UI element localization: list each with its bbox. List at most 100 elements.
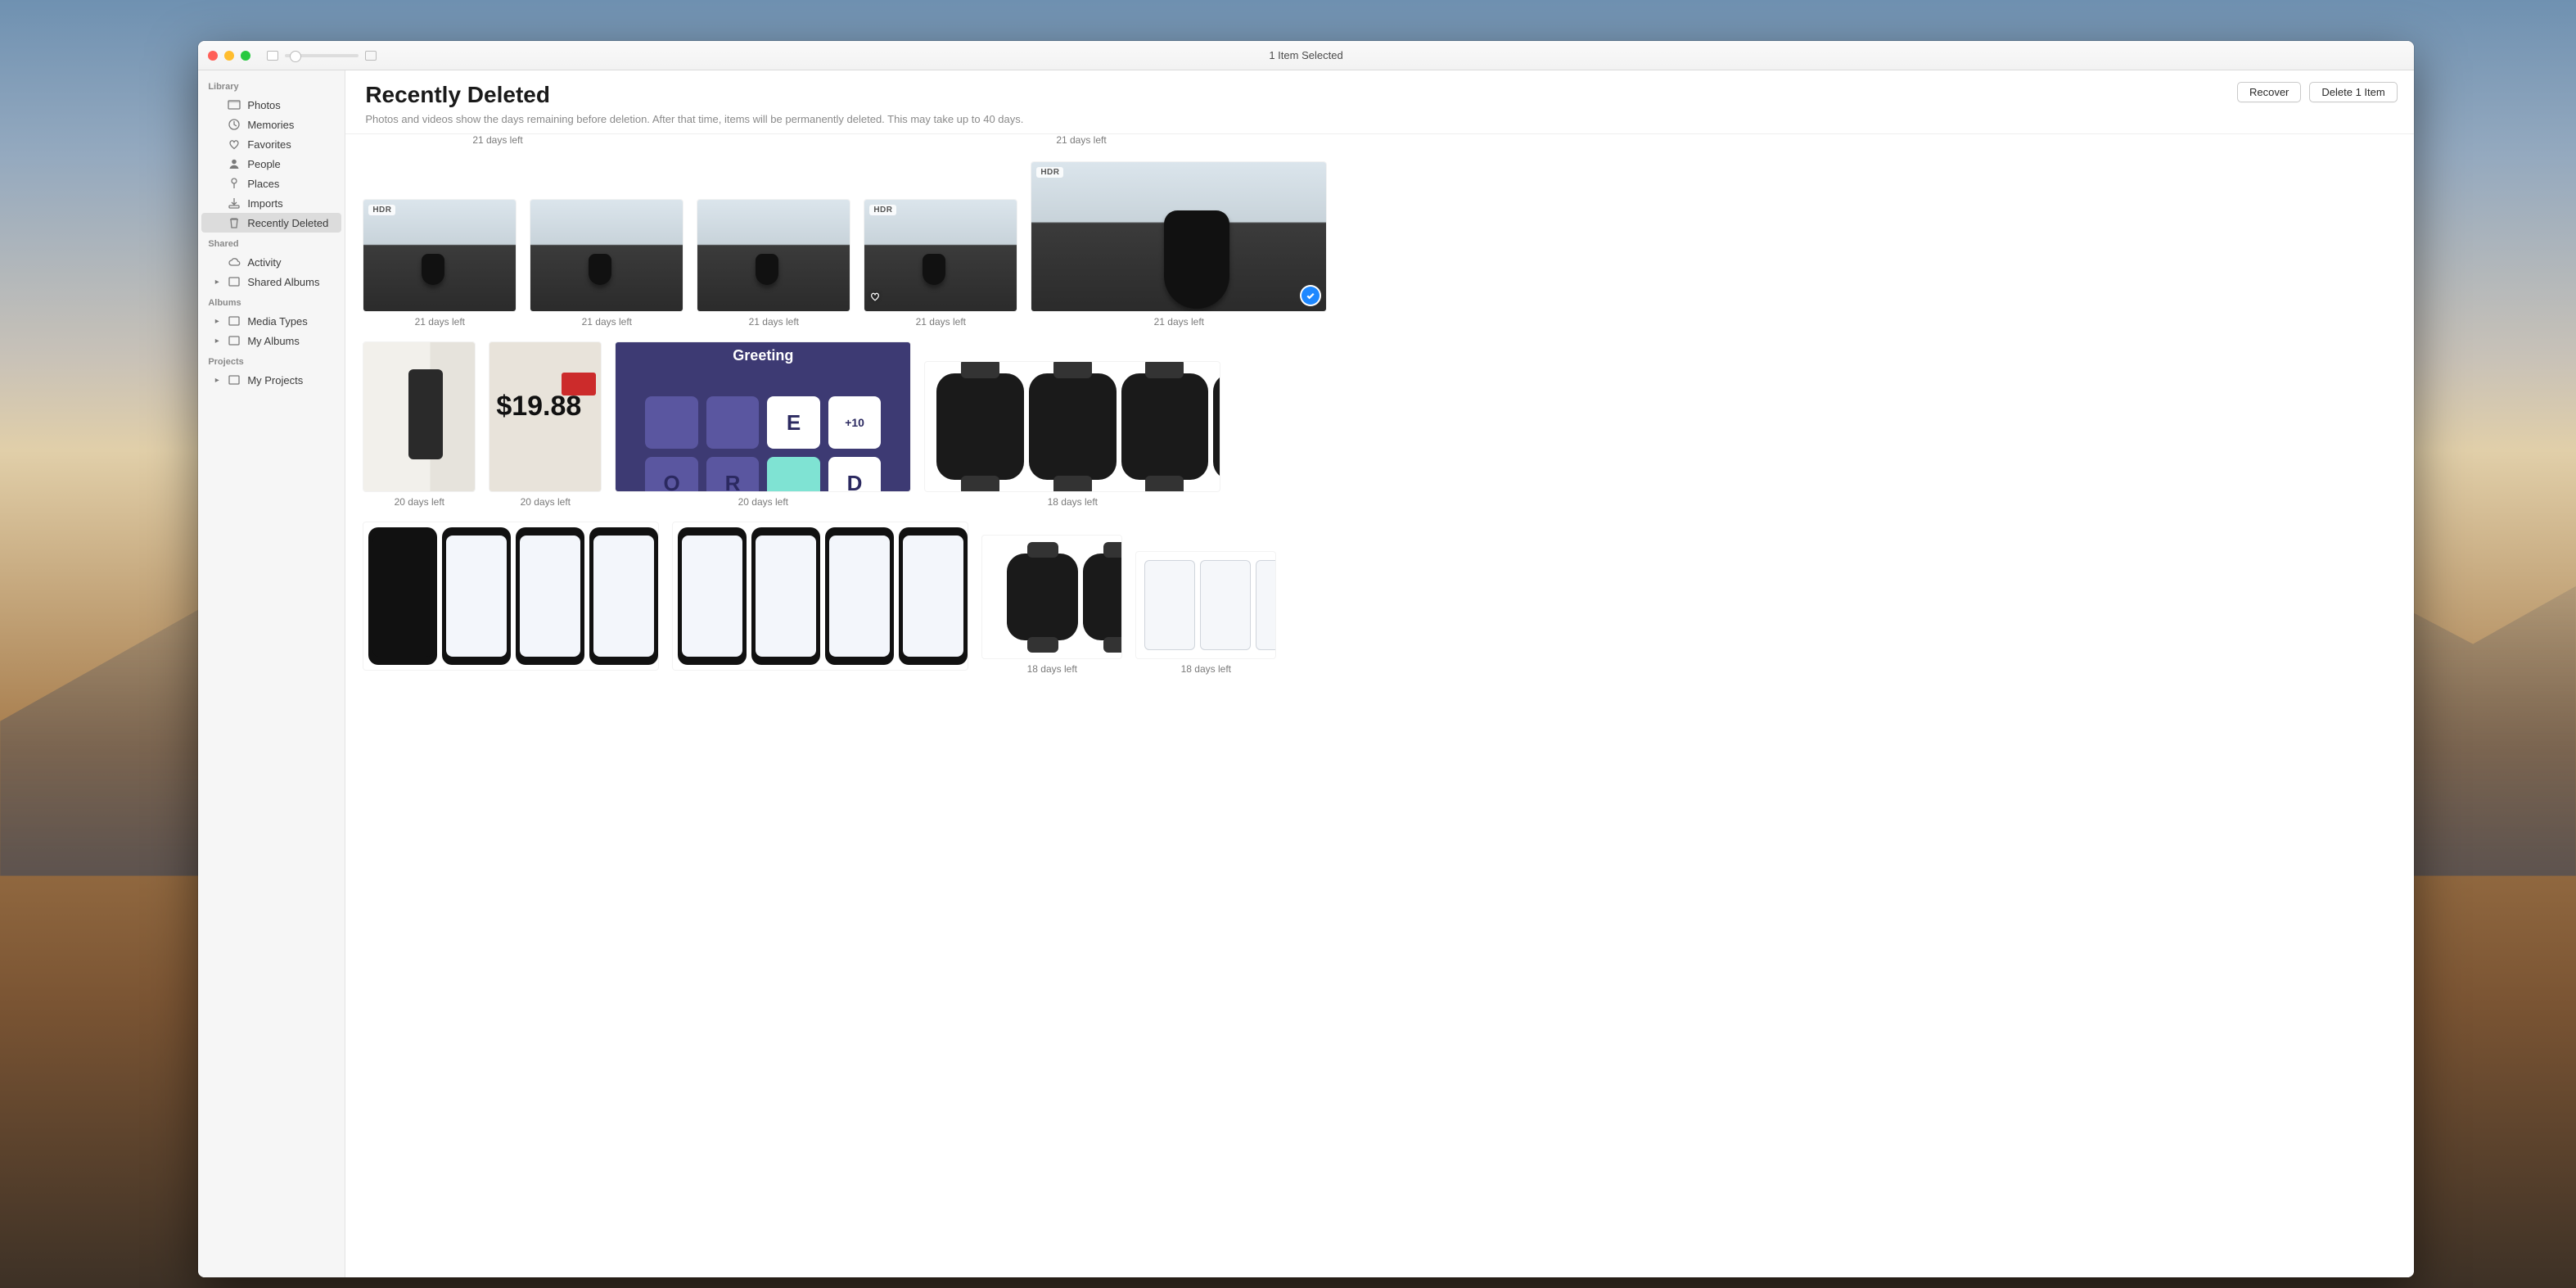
sidebar-item-imports[interactable]: Imports — [201, 193, 341, 213]
photo-thumbnail[interactable] — [363, 522, 658, 670]
pin-icon — [228, 177, 241, 190]
photo-thumbnail[interactable]: HDR — [864, 200, 1017, 311]
window-title: 1 Item Selected — [198, 49, 2413, 61]
sidebar-item-places[interactable]: Places — [201, 174, 341, 193]
letter-tile: +10 — [828, 396, 882, 450]
minimize-window-button[interactable] — [224, 51, 234, 61]
delete-button[interactable]: Delete 1 Item — [2309, 82, 2397, 102]
phone-mockup — [678, 527, 747, 665]
sidebar-section-header: Shared — [198, 233, 345, 252]
disclosure-triangle-icon[interactable]: ▸ — [213, 278, 221, 287]
sidebar-item-media-types[interactable]: ▸ Media Types — [201, 311, 341, 331]
heart-icon — [228, 138, 241, 151]
sale-tag — [562, 373, 596, 395]
photo-thumbnail[interactable] — [925, 362, 1220, 491]
sidebar-item-memories[interactable]: Memories — [201, 115, 341, 134]
photo-caption: 20 days left — [395, 496, 444, 508]
photo-cell[interactable]: 18 days left — [982, 536, 1121, 675]
photo-cell[interactable]: 18 days left — [1136, 552, 1275, 675]
photo-cell[interactable] — [673, 522, 968, 675]
phone-mockup — [442, 527, 511, 665]
watch-mockup — [936, 373, 1024, 480]
watch-mockup — [1029, 373, 1117, 480]
photo-thumbnail[interactable] — [673, 522, 968, 670]
photo-caption: 18 days left — [1181, 663, 1231, 675]
letter-tile: D — [828, 457, 882, 491]
page-subtitle: Photos and videos show the days remainin… — [365, 113, 2393, 125]
zoom-slider[interactable] — [285, 54, 359, 57]
photo-cell[interactable]: 21 days left — [530, 200, 683, 328]
letter-tile — [645, 396, 698, 450]
photo-cell[interactable]: 21 days left — [697, 200, 850, 328]
photo-caption: 21 days left — [415, 316, 465, 328]
photo-cell[interactable]: 18 days left — [925, 362, 1220, 508]
photo-thumbnail[interactable]: GreetingE+10ORD — [616, 342, 910, 491]
phone-mockup — [825, 527, 894, 665]
disclosure-triangle-icon[interactable]: ▸ — [213, 337, 221, 346]
photo-thumbnail[interactable] — [697, 200, 850, 311]
sidebar-item-photos[interactable]: Photos — [201, 95, 341, 115]
sidebar-toggle-button[interactable] — [267, 51, 278, 61]
album-icon — [228, 314, 241, 328]
photo-thumbnail[interactable] — [363, 342, 475, 491]
album-icon — [228, 373, 241, 386]
photo-caption: 18 days left — [1027, 663, 1077, 675]
person-icon — [228, 157, 241, 170]
traffic-lights — [208, 51, 250, 61]
phone-mockup — [516, 527, 584, 665]
disclosure-triangle-icon[interactable]: ▸ — [213, 376, 221, 385]
hdr-badge: HDR — [1036, 167, 1063, 178]
fullscreen-window-button[interactable] — [241, 51, 250, 61]
watch-mockup — [1083, 554, 1121, 640]
sidebar-item-recently-deleted[interactable]: Recently Deleted — [201, 213, 341, 233]
trash-icon — [228, 216, 241, 229]
thumbnail-size-button[interactable] — [365, 51, 377, 61]
photo-cell[interactable]: GreetingE+10ORD20 days left — [616, 342, 910, 508]
import-icon — [228, 197, 241, 210]
photo-thumbnail[interactable]: HDR — [363, 200, 516, 311]
recover-button[interactable]: Recover — [2237, 82, 2301, 102]
sidebar-item-people[interactable]: People — [201, 154, 341, 174]
close-window-button[interactable] — [208, 51, 218, 61]
sidebar-item-activity[interactable]: Activity — [201, 252, 341, 272]
photo-thumbnail[interactable] — [1136, 552, 1275, 658]
memories-icon — [228, 118, 241, 131]
sidebar-item-favorites[interactable]: Favorites — [201, 134, 341, 154]
album-icon — [228, 334, 241, 347]
sidebar-item-label: Activity — [247, 256, 332, 269]
photo-cell[interactable]: HDR 21 days left — [363, 200, 516, 328]
titlebar: 1 Item Selected — [198, 41, 2413, 70]
phone-mockup — [1256, 560, 1276, 650]
grid-row: HDR21 days left21 days left21 days leftH… — [363, 162, 2395, 328]
photo-caption: 18 days left — [1048, 496, 1098, 508]
photos-icon — [228, 98, 241, 111]
watch-mockup — [1213, 373, 1220, 480]
sidebar-item-my-projects[interactable]: ▸My Projects — [201, 370, 341, 390]
photo-cell[interactable]: 20 days left — [363, 342, 475, 508]
phone-mockup — [368, 527, 437, 665]
photo-thumbnail[interactable]: HDR — [1031, 162, 1326, 311]
disclosure-triangle-icon[interactable]: ▸ — [213, 317, 221, 326]
photo-thumbnail[interactable]: $19.88 — [489, 342, 601, 491]
favorite-icon — [869, 291, 881, 306]
sidebar-section-header: Library — [198, 75, 345, 95]
watch-mockup — [1121, 373, 1209, 480]
photo-cell[interactable]: HDR21 days left — [1031, 162, 1326, 328]
sidebar-item-label: Memories — [247, 119, 332, 131]
phone-mockup — [899, 527, 968, 665]
photo-cell[interactable] — [363, 522, 658, 675]
sidebar-item-label: Imports — [247, 197, 332, 210]
photo-thumbnail[interactable] — [982, 536, 1121, 658]
sidebar-item-label: Media Types — [247, 315, 332, 328]
sidebar-item-shared-albums[interactable]: ▸Shared Albums — [201, 272, 341, 291]
photo-grid[interactable]: 21 days left21 days leftHDR21 days left2… — [345, 134, 2413, 1277]
selection-checkmark-icon — [1302, 287, 1320, 305]
sidebar-item-label: My Albums — [247, 335, 332, 347]
sidebar-item-my-albums[interactable]: ▸ My Albums — [201, 331, 341, 350]
photo-thumbnail[interactable] — [530, 200, 683, 311]
app-window: 1 Item Selected LibraryPhotos Memories Fav… — [198, 41, 2413, 1277]
phone-mockup — [1200, 560, 1251, 650]
sidebar-item-label: People — [247, 158, 332, 170]
photo-cell[interactable]: $19.8820 days left — [489, 342, 601, 508]
photo-cell[interactable]: HDR21 days left — [864, 200, 1017, 328]
